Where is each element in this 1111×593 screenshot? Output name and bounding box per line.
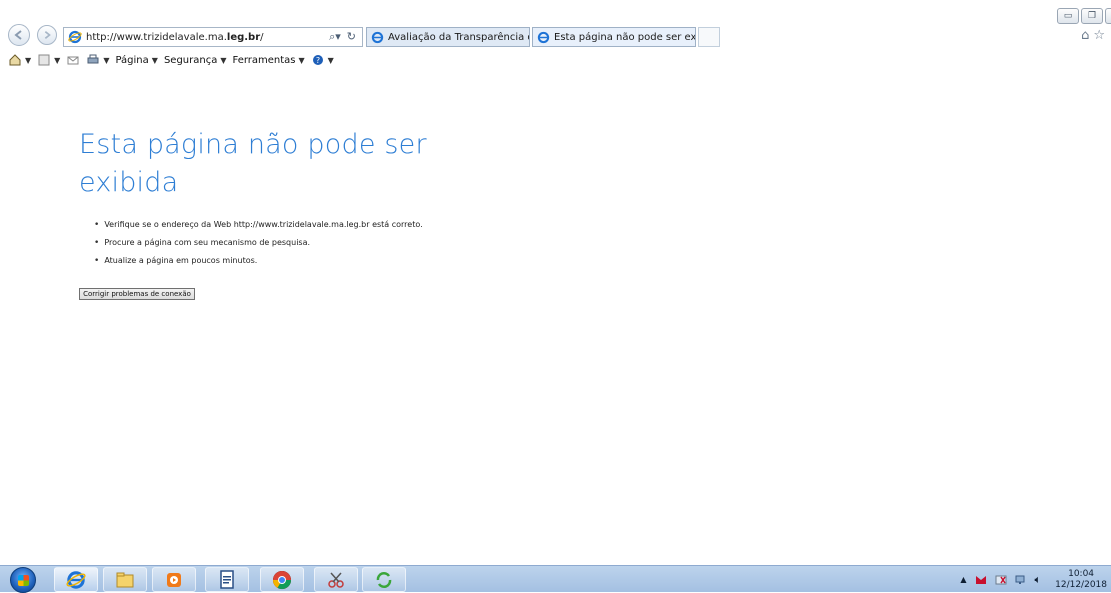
network-icon[interactable]: [1015, 574, 1027, 586]
security-menu-label: Segurança: [163, 54, 218, 66]
mcafee-icon[interactable]: [975, 574, 987, 586]
page-menu[interactable]: Página ▼: [115, 55, 157, 66]
tab-avaliacao[interactable]: Avaliação da Transparência do...: [366, 27, 530, 47]
taskbar-ie[interactable]: [54, 567, 98, 592]
search-icon[interactable]: ⌕▾: [329, 30, 341, 44]
tab-label: Avaliação da Transparência do...: [388, 31, 529, 43]
taskbar-sync-app[interactable]: [362, 567, 406, 592]
window-controls: ▭ ❐: [1057, 8, 1111, 24]
home-menu[interactable]: ▼: [8, 54, 31, 66]
address-url-bold: leg.br: [226, 31, 261, 43]
start-button[interactable]: [10, 567, 36, 593]
tab-label: Esta página não pode ser ex...: [554, 31, 696, 43]
home-icon[interactable]: ⌂: [1081, 28, 1089, 43]
printer-icon: [87, 54, 99, 64]
list-item: Procure a página com seu mecanismo de pe…: [94, 234, 423, 252]
home-icon: [9, 54, 21, 66]
list-item: Verifique se o endereço da Web http://ww…: [94, 216, 422, 234]
fix-connection-button[interactable]: Corrigir problemas de conexão: [79, 288, 195, 300]
print-menu[interactable]: ▼: [86, 54, 109, 66]
suggestion-list: Verifique se o endereço da Web http://ww…: [94, 216, 423, 270]
mail-icon: [67, 56, 79, 65]
folder-icon: [116, 572, 134, 587]
list-item: Atualize a página em poucos minutos.: [94, 252, 423, 270]
clock[interactable]: 10:04 12/12/2018: [1055, 569, 1107, 591]
taskbar-snipping-tool[interactable]: [314, 567, 358, 592]
address-url: http://www.trizidelavale.ma.leg.br/: [86, 32, 329, 43]
tools-menu[interactable]: Ferramentas ▼: [232, 55, 304, 66]
sync-icon: [376, 571, 392, 588]
command-bar: ▼ ▼ ▼ Página ▼ Segurança ▼ Ferramentas ▼ ? …: [0, 52, 334, 68]
ie-tab-icon: [371, 31, 384, 43]
document-icon: [220, 569, 234, 589]
address-bar[interactable]: http://www.trizidelavale.ma.leg.br/ ⌕▾ ↻: [63, 27, 363, 47]
rss-feed-icon: [38, 54, 50, 66]
security-menu[interactable]: Segurança ▼: [164, 55, 227, 66]
refresh-icon[interactable]: ↻: [347, 30, 356, 44]
error-title: Esta página não pode ser exibida: [79, 129, 427, 198]
scissors-icon: [328, 572, 344, 588]
browser-chrome: ▭ ❐ http://www.trizidelavale.ma.leg.br/ …: [0, 0, 1111, 66]
flag-icon[interactable]: [995, 574, 1007, 586]
help-icon: ?: [312, 55, 323, 65]
ie-logo-icon: [66, 570, 86, 589]
show-hidden-icons[interactable]: ▲: [960, 575, 966, 584]
arrow-left-icon: [14, 30, 22, 40]
mail-menu[interactable]: [66, 54, 80, 66]
svg-text:?: ?: [316, 56, 320, 65]
help-menu[interactable]: ? ▼: [311, 54, 334, 66]
address-url-domain: http://www.trizidelavale.ma.: [86, 31, 227, 43]
taskbar-document[interactable]: [205, 567, 249, 592]
media-player-icon: [167, 572, 181, 587]
favorites-star-icon[interactable]: ☆: [1093, 28, 1105, 43]
clock-time: 10:04: [1068, 568, 1095, 579]
close-window-button[interactable]: [1105, 8, 1111, 24]
arrow-right-icon: [44, 31, 51, 39]
clock-date: 12/12/2018: [1055, 579, 1107, 590]
taskbar: ▲ 🔈︎ 10:04 12/12/2018: [0, 565, 1111, 593]
system-tray: ▲ 🔈︎ 10:04 12/12/2018: [960, 566, 1111, 593]
taskbar-explorer[interactable]: [103, 567, 147, 592]
forward-button[interactable]: [37, 25, 57, 45]
minimize-button[interactable]: ▭: [1057, 8, 1079, 24]
taskbar-media-player[interactable]: [152, 567, 196, 592]
taskbar-chrome[interactable]: [260, 567, 304, 592]
volume-icon[interactable]: 🔈︎: [1035, 573, 1042, 587]
address-url-suffix: /: [260, 31, 264, 43]
ie-tab-icon: [537, 31, 550, 43]
tab-error-page[interactable]: Esta página não pode ser ex... ✕: [532, 27, 696, 47]
chrome-icon: [273, 570, 291, 589]
new-tab-button[interactable]: [698, 27, 720, 47]
tools-menu-label: Ferramentas: [232, 54, 296, 66]
ie-logo-icon: [68, 30, 82, 44]
restore-button[interactable]: ❐: [1081, 8, 1103, 24]
back-button[interactable]: [8, 24, 30, 46]
page-menu-label: Página: [115, 54, 149, 66]
feeds-menu[interactable]: ▼: [37, 54, 60, 66]
